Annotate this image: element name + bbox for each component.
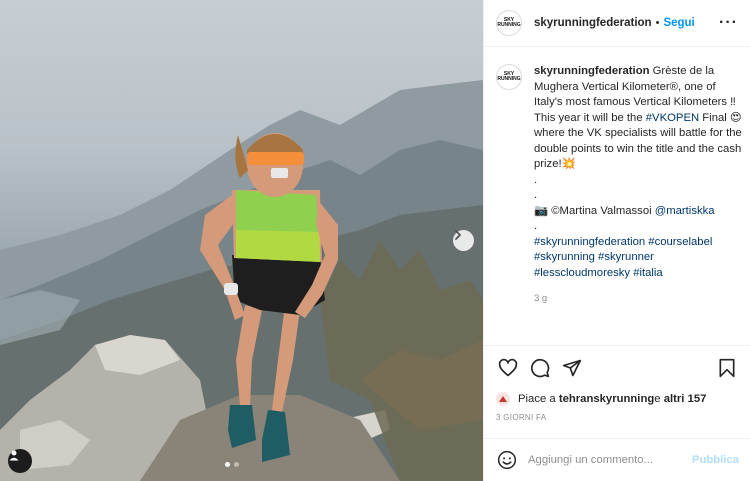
hashtag-vkopen[interactable]: #VKOPEN (646, 112, 699, 124)
share-icon[interactable] (560, 356, 584, 380)
emoji-icon[interactable] (496, 449, 518, 471)
action-icons (496, 356, 739, 380)
caption-dot: . (534, 173, 538, 186)
more-horizontal-icon[interactable]: ··· (719, 14, 738, 32)
carousel-indicator (225, 462, 239, 467)
caption-text: skyrunningfederation Grèste de la Mugher… (534, 64, 746, 307)
skyrunning-logo: SKY RUNNING (497, 71, 521, 82)
skyrunning-logo: SKY RUNNING (497, 17, 521, 28)
likes-others[interactable]: altri 157 (664, 393, 707, 405)
tagged-users-button[interactable] (8, 449, 32, 473)
post-photo[interactable] (0, 0, 483, 481)
likes-line: Piace a tehranskyrunning e altri 157 (496, 392, 739, 406)
comment-bar: Pubblica (484, 438, 750, 481)
trail-runner-illustration (0, 80, 483, 481)
likes-mid: e (654, 393, 661, 405)
avatar[interactable]: SKY RUNNING (496, 10, 522, 36)
hashtags-line[interactable]: #skyrunning #skyrunner (534, 250, 746, 266)
likes-user[interactable]: tehranskyrunning (559, 393, 654, 405)
caption-dot: . (534, 220, 538, 232)
credit-handle[interactable]: @martiskka (655, 205, 715, 217)
post-actions: Piace a tehranskyrunning e altri 157 3 G… (484, 345, 750, 422)
caption-avatar[interactable]: SKY RUNNING (496, 64, 522, 90)
liker-avatar[interactable] (496, 392, 510, 406)
hashtags-line[interactable]: #skyrunningfederation #courselabel (534, 235, 746, 251)
carousel-dot (234, 462, 239, 467)
carousel-dot-active (225, 462, 230, 467)
caption-dot: . (534, 189, 538, 201)
post-timestamp[interactable]: 3 GIORNI FA (496, 413, 739, 422)
publish-button[interactable]: Pubblica (692, 454, 739, 466)
caption-username[interactable]: skyrunningfederation (534, 65, 650, 77)
caption-age: 3 g (534, 293, 548, 304)
post-header: SKY RUNNING skyrunningfederation • Segui… (484, 0, 750, 47)
header-username[interactable]: skyrunningfederation (534, 17, 652, 29)
follow-button[interactable]: Segui (663, 17, 694, 29)
photo-credit: 📷 ©Martina Valmassoi (534, 204, 655, 217)
liker-logo-icon (499, 396, 507, 402)
hashtags-line[interactable]: #lesscloudmoresky #italia (534, 266, 746, 282)
comment-icon[interactable] (528, 356, 552, 380)
separator-dot: • (655, 17, 660, 29)
chevron-right-icon (455, 230, 461, 240)
post-sidebar: SKY RUNNING skyrunningfederation • Segui… (483, 0, 750, 481)
caption: SKY RUNNING skyrunningfederation Grèste … (496, 64, 746, 307)
carousel-next-button[interactable] (453, 230, 474, 251)
comment-input[interactable] (528, 454, 688, 466)
heart-icon[interactable] (496, 356, 520, 380)
likes-prefix: Piace a (518, 393, 556, 405)
person-icon (9, 450, 19, 461)
instagram-post: SKY RUNNING skyrunningfederation • Segui… (0, 0, 750, 481)
bookmark-icon[interactable] (715, 356, 739, 380)
